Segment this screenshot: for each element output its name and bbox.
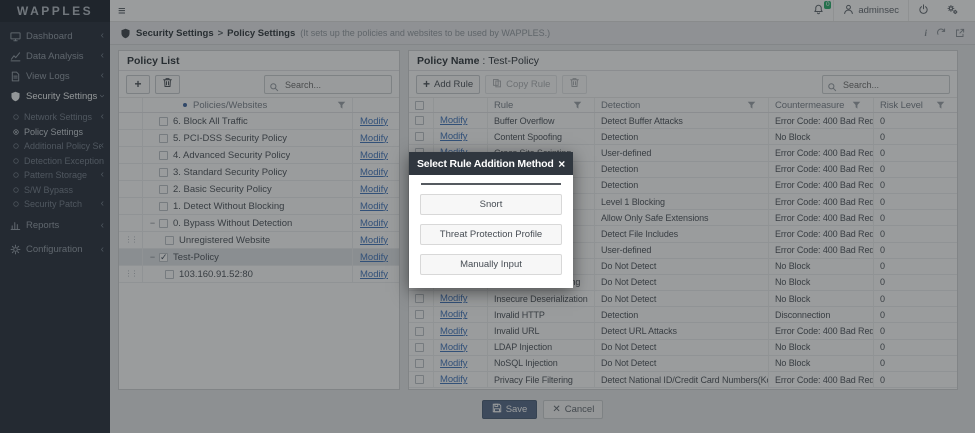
modal-divider (421, 183, 561, 185)
modal-title: Select Rule Addition Method (417, 157, 554, 170)
modal-button-threat-protection-profile[interactable]: Threat Protection Profile (420, 224, 562, 245)
modal-buttons: Snort Threat Protection Profile Manually I… (420, 194, 562, 275)
rule-addition-modal: Select Rule Addition Method × Snort Threa… (409, 152, 573, 288)
close-icon[interactable]: × (558, 158, 565, 170)
wapples-console: WAPPLES Dashboard ‹ Data Analysis ‹ View… (0, 0, 975, 433)
modal-button-snort[interactable]: Snort (420, 194, 562, 215)
modal-header: Select Rule Addition Method × (409, 152, 573, 175)
modal-body: Snort Threat Protection Profile Manually I… (409, 175, 573, 288)
modal-button-manually-input[interactable]: Manually Input (420, 254, 562, 275)
